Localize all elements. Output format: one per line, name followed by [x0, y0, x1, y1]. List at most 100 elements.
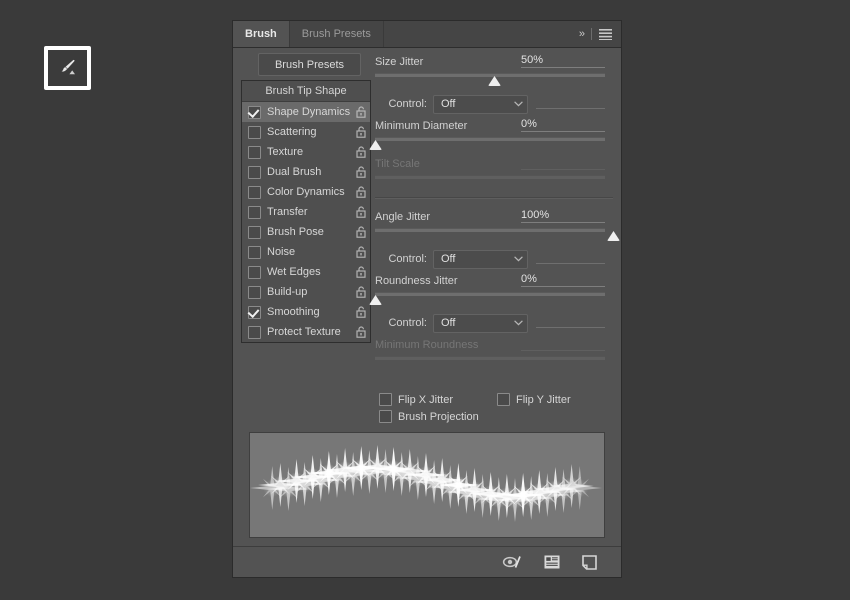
- brush-tool-icon: [56, 57, 80, 79]
- tab-brush-label: Brush: [245, 28, 277, 40]
- size-control-value: Off: [441, 98, 514, 110]
- lock-open-icon[interactable]: [356, 266, 366, 278]
- minimum-diameter-track[interactable]: [375, 137, 605, 141]
- preview-wrapper: [233, 432, 621, 538]
- angle-jitter-value[interactable]: 100%: [521, 209, 605, 223]
- roundness-control-select[interactable]: Off: [433, 314, 528, 333]
- brush-projection-option[interactable]: Brush Projection: [379, 410, 479, 423]
- angle-control-value: Off: [441, 253, 514, 265]
- option-row-shape-dynamics[interactable]: Shape Dynamics: [242, 102, 370, 122]
- size-jitter-label: Size Jitter: [375, 56, 423, 68]
- checkbox-shape-dynamics[interactable]: [248, 106, 261, 119]
- tilt-scale-track: [375, 175, 605, 179]
- checkbox-flip-x-jitter[interactable]: [379, 393, 392, 406]
- brush-projection-line: Brush Projection: [379, 408, 613, 425]
- minimum-diameter-slider[interactable]: [375, 135, 613, 152]
- flip-options-block: Flip X Jitter Flip Y Jitter Brush Projec…: [375, 391, 613, 425]
- checkbox-color-dynamics[interactable]: [248, 186, 261, 199]
- roundness-jitter-row: Roundness Jitter 0%: [375, 269, 613, 287]
- lock-open-icon[interactable]: [356, 146, 366, 158]
- options-column: Brush Tip Shape Shape Dynamics Scatterin…: [233, 80, 367, 343]
- option-label-build-up: Build-up: [267, 286, 356, 298]
- lock-open-icon[interactable]: [356, 246, 366, 258]
- panel-menu-icon[interactable]: [599, 29, 612, 40]
- checkbox-smoothing[interactable]: [248, 306, 261, 319]
- size-jitter-value[interactable]: 50%: [521, 54, 605, 68]
- option-label-protect-texture: Protect Texture: [267, 326, 356, 338]
- size-jitter-track[interactable]: [375, 73, 605, 77]
- checkbox-flip-y-jitter[interactable]: [497, 393, 510, 406]
- new-brush-preset-icon[interactable]: [544, 555, 560, 569]
- roundness-jitter-thumb[interactable]: [369, 295, 382, 305]
- checkbox-scattering[interactable]: [248, 126, 261, 139]
- collapse-to-icons-icon[interactable]: »: [579, 29, 584, 40]
- checkbox-noise[interactable]: [248, 246, 261, 259]
- option-row-noise[interactable]: Noise: [242, 242, 370, 262]
- minimum-diameter-label: Minimum Diameter: [375, 120, 467, 132]
- checkbox-wet-edges[interactable]: [248, 266, 261, 279]
- brush-presets-button-label: Brush Presets: [275, 59, 344, 71]
- option-row-protect-texture[interactable]: Protect Texture: [242, 322, 370, 342]
- angle-control-tail: [536, 262, 605, 264]
- brush-tip-shape-header[interactable]: Brush Tip Shape: [242, 81, 370, 102]
- brush-presets-button[interactable]: Brush Presets: [258, 53, 361, 76]
- minimum-diameter-thumb[interactable]: [369, 140, 382, 150]
- option-label-color-dynamics: Color Dynamics: [267, 186, 356, 198]
- brush-panel: Brush Brush Presets » Brush Presets: [232, 20, 622, 578]
- checkbox-brush-pose[interactable]: [248, 226, 261, 239]
- roundness-control-row: Control: Off: [375, 313, 613, 333]
- lock-open-icon[interactable]: [356, 286, 366, 298]
- option-row-dual-brush[interactable]: Dual Brush: [242, 162, 370, 182]
- lock-open-icon[interactable]: [356, 326, 366, 338]
- tab-brush-presets[interactable]: Brush Presets: [290, 21, 384, 47]
- angle-jitter-thumb[interactable]: [607, 231, 620, 241]
- minimum-diameter-value[interactable]: 0%: [521, 118, 605, 132]
- brush-tip-shape-label: Brush Tip Shape: [265, 85, 346, 97]
- brush-tool-chip[interactable]: [44, 46, 91, 90]
- option-row-smoothing[interactable]: Smoothing: [242, 302, 370, 322]
- option-row-transfer[interactable]: Transfer: [242, 202, 370, 222]
- new-brush-icon[interactable]: [582, 555, 597, 570]
- size-jitter-slider[interactable]: [375, 71, 613, 88]
- checkbox-texture[interactable]: [248, 146, 261, 159]
- checkbox-protect-texture[interactable]: [248, 326, 261, 339]
- lock-open-icon[interactable]: [356, 226, 366, 238]
- brush-stroke-preview: [249, 432, 605, 538]
- checkbox-brush-projection[interactable]: [379, 410, 392, 423]
- lock-open-icon[interactable]: [356, 306, 366, 318]
- checkbox-transfer[interactable]: [248, 206, 261, 219]
- lock-open-icon[interactable]: [356, 166, 366, 178]
- roundness-jitter-slider[interactable]: [375, 290, 613, 307]
- size-control-select[interactable]: Off: [433, 95, 528, 114]
- toggle-brush-preview-icon[interactable]: [502, 555, 522, 569]
- lock-open-icon[interactable]: [356, 126, 366, 138]
- option-row-scattering[interactable]: Scattering: [242, 122, 370, 142]
- flip-y-jitter-option[interactable]: Flip Y Jitter: [497, 393, 571, 406]
- option-row-brush-pose[interactable]: Brush Pose: [242, 222, 370, 242]
- flip-x-jitter-option[interactable]: Flip X Jitter: [379, 393, 453, 406]
- checkbox-dual-brush[interactable]: [248, 166, 261, 179]
- option-row-texture[interactable]: Texture: [242, 142, 370, 162]
- lock-open-icon[interactable]: [356, 106, 366, 118]
- tab-brush[interactable]: Brush: [233, 21, 290, 47]
- angle-control-row: Control: Off: [375, 249, 613, 269]
- minimum-diameter-group: Minimum Diameter 0%: [375, 114, 613, 152]
- size-jitter-row: Size Jitter 50%: [375, 50, 613, 68]
- size-control-row: Control: Off: [375, 94, 613, 114]
- angle-control-select[interactable]: Off: [433, 250, 528, 269]
- option-row-wet-edges[interactable]: Wet Edges: [242, 262, 370, 282]
- size-jitter-thumb[interactable]: [488, 76, 501, 86]
- option-label-wet-edges: Wet Edges: [267, 266, 356, 278]
- option-row-build-up[interactable]: Build-up: [242, 282, 370, 302]
- tilt-scale-group: Tilt Scale: [375, 152, 613, 190]
- option-row-color-dynamics[interactable]: Color Dynamics: [242, 182, 370, 202]
- angle-jitter-slider[interactable]: [375, 226, 613, 243]
- checkbox-build-up[interactable]: [248, 286, 261, 299]
- lock-open-icon[interactable]: [356, 206, 366, 218]
- roundness-jitter-track[interactable]: [375, 292, 605, 296]
- roundness-jitter-value[interactable]: 0%: [521, 273, 605, 287]
- lock-open-icon[interactable]: [356, 186, 366, 198]
- minimum-roundness-label: Minimum Roundness: [375, 339, 478, 351]
- minimum-roundness-slider: [375, 354, 613, 371]
- angle-jitter-track[interactable]: [375, 228, 605, 232]
